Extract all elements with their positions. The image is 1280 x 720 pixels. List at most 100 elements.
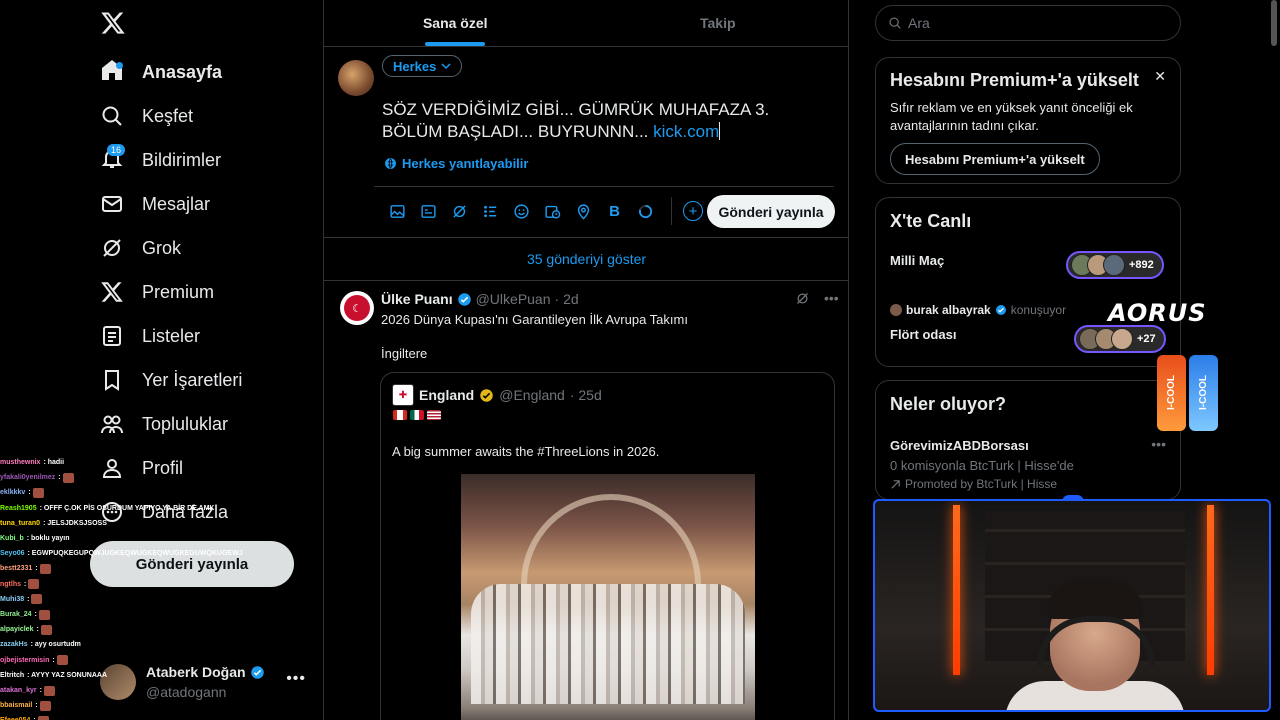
trend-name[interactable]: GörevimizABDBorsası	[890, 438, 1029, 453]
bold-icon[interactable]: B	[599, 198, 630, 224]
chat-username[interactable]: ojbejistermisin	[0, 653, 49, 668]
chat-message: ngtlhs:	[0, 577, 270, 592]
chat-username[interactable]: Burak_24	[0, 607, 32, 622]
quoted-tweet[interactable]: ✚ England @England · 25d A big summer aw…	[380, 372, 835, 720]
chat-username[interactable]: Reash1905	[0, 501, 37, 516]
emote-icon	[28, 579, 40, 590]
nav-bookmarks[interactable]: Yer İşaretleri	[100, 362, 242, 398]
tweet-time[interactable]: · 2d	[555, 291, 579, 307]
chat-message: Efeee054:	[0, 713, 270, 720]
space-title[interactable]: Flört odası	[890, 327, 956, 342]
close-icon[interactable]: ✕	[1154, 68, 1166, 85]
stream-chat-overlay: musthewnix: hadii yfakali0yenilmez: eklkkk…	[0, 455, 270, 720]
chat-text: :	[35, 702, 38, 710]
chat-text: :	[58, 474, 61, 482]
chat-username[interactable]: yfakali0yenilmez	[0, 470, 55, 485]
timeline-tabs: Sana özel Takip	[324, 0, 849, 47]
chat-text: : hadii	[43, 459, 65, 466]
compose-textarea[interactable]: SÖZ VERDİĞİMİZ GİBİ... GÜMRÜK MUHAFAZA 3…	[382, 99, 822, 143]
composer-avatar[interactable]	[338, 60, 374, 96]
chat-username[interactable]: Muhi38	[0, 592, 24, 607]
chat-username[interactable]: tuna_turan0	[0, 516, 40, 531]
chat-username[interactable]: bestt2331	[0, 561, 32, 576]
chat-text: :	[28, 489, 31, 497]
text-caret	[719, 122, 721, 140]
emote-icon	[43, 685, 55, 696]
chat-username[interactable]: atakan_kyr	[0, 683, 37, 698]
nav-grok[interactable]: Grok	[100, 230, 181, 266]
chat-text: :	[34, 611, 37, 619]
more-options-icon[interactable]: •••	[286, 670, 306, 688]
audience-selector[interactable]: Herkes	[382, 55, 463, 77]
chat-username[interactable]: Seyo06	[0, 546, 25, 561]
chat-message: bestt2331:	[0, 561, 270, 576]
canada-flag-icon	[393, 410, 407, 420]
composer-toolbar: B +	[382, 197, 703, 225]
drink-cans: I-COOL I-COOL	[1157, 355, 1219, 431]
usa-flag-icon	[427, 410, 441, 420]
tweet-author-name[interactable]: Ülke Puanı	[381, 291, 453, 307]
location-icon[interactable]	[568, 198, 599, 224]
card-title: Neler oluyor?	[890, 394, 1007, 414]
sponsor-logo: AORUS	[1108, 299, 1207, 327]
nav-lists[interactable]: Listeler	[100, 318, 200, 354]
gif-icon[interactable]	[413, 198, 444, 224]
people-icon	[101, 415, 123, 434]
nav-home[interactable]: Anasayfa	[100, 54, 222, 90]
bell-icon: 16	[100, 143, 142, 175]
show-new-posts[interactable]: 35 gönderiyi göster	[324, 237, 849, 281]
chat-username[interactable]: zazakHs	[0, 637, 28, 652]
home-icon	[100, 58, 142, 87]
poll-icon[interactable]	[475, 198, 506, 224]
tweet-handle[interactable]: @UlkePuan	[476, 291, 551, 307]
emote-icon	[38, 609, 50, 620]
chat-username[interactable]: eklkkkv	[0, 485, 25, 500]
chat-username[interactable]: bbaismail	[0, 698, 32, 713]
tweet-avatar[interactable]: ☾	[340, 291, 374, 325]
publish-button[interactable]: Gönderi yayınla	[707, 195, 835, 228]
chat-username[interactable]: Efeee054	[0, 713, 30, 720]
schedule-icon[interactable]	[537, 198, 568, 224]
reply-setting[interactable]: Herkes yanıtlayabilir	[384, 156, 528, 171]
more-options-icon[interactable]: •••	[1151, 436, 1166, 452]
nav-premium[interactable]: Premium	[100, 274, 214, 310]
chat-text: :	[33, 713, 35, 720]
chat-username[interactable]: alpayiclek	[0, 622, 33, 637]
grok-icon	[103, 239, 121, 257]
grok-icon[interactable]	[444, 198, 475, 224]
chat-text: : OFFF Ç.OK PİS OSURDUM YAPIYO YA BİR DE…	[39, 504, 215, 512]
more-options-icon[interactable]: •••	[824, 290, 839, 306]
chat-username[interactable]: Kubi_b	[0, 531, 24, 546]
grok-icon[interactable]	[795, 291, 810, 306]
chat-text: :	[39, 687, 42, 695]
emote-icon	[39, 700, 51, 711]
chat-message: Burak_24:	[0, 607, 270, 622]
add-thread-icon[interactable]: +	[683, 201, 703, 221]
audience-label: Herkes	[393, 58, 437, 74]
chat-text: :	[27, 595, 30, 603]
host-status: konuşuyor	[1010, 303, 1067, 317]
nav-communities[interactable]: Topluluklar	[100, 406, 228, 442]
nav-explore[interactable]: Keşfet	[100, 98, 193, 134]
x-logo-icon[interactable]	[100, 10, 126, 36]
quote-image[interactable]	[461, 474, 755, 720]
chat-message: Kubi_b: boklu yayın	[0, 531, 270, 546]
chat-username[interactable]: musthewnix	[0, 455, 40, 470]
nav-label: Mesajlar	[142, 193, 211, 214]
tweet-text-line2: İngiltere	[381, 346, 428, 361]
tab-for-you[interactable]: Sana özel	[324, 0, 587, 46]
image-icon[interactable]	[382, 198, 413, 224]
upgrade-button[interactable]: Hesabını Premium+'a yükselt	[890, 143, 1100, 175]
search-bar[interactable]: Ara	[875, 5, 1181, 41]
chat-username[interactable]: ngtlhs	[0, 577, 21, 592]
nav-notifications[interactable]: 16 Bildirimler	[100, 142, 221, 178]
page-scrollbar[interactable]	[1271, 0, 1277, 46]
space-title[interactable]: Milli Maç	[890, 253, 944, 268]
chat-username[interactable]: Eltritch	[0, 668, 24, 683]
tab-following[interactable]: Takip	[587, 0, 850, 46]
nav-messages[interactable]: Mesajlar	[100, 186, 210, 222]
space-listeners[interactable]: +892	[1066, 251, 1164, 279]
main-timeline: Sana özel Takip Herkes SÖZ VERDİĞİMİZ Gİ…	[323, 0, 849, 720]
emoji-icon[interactable]	[506, 198, 537, 224]
avatar	[890, 304, 902, 316]
